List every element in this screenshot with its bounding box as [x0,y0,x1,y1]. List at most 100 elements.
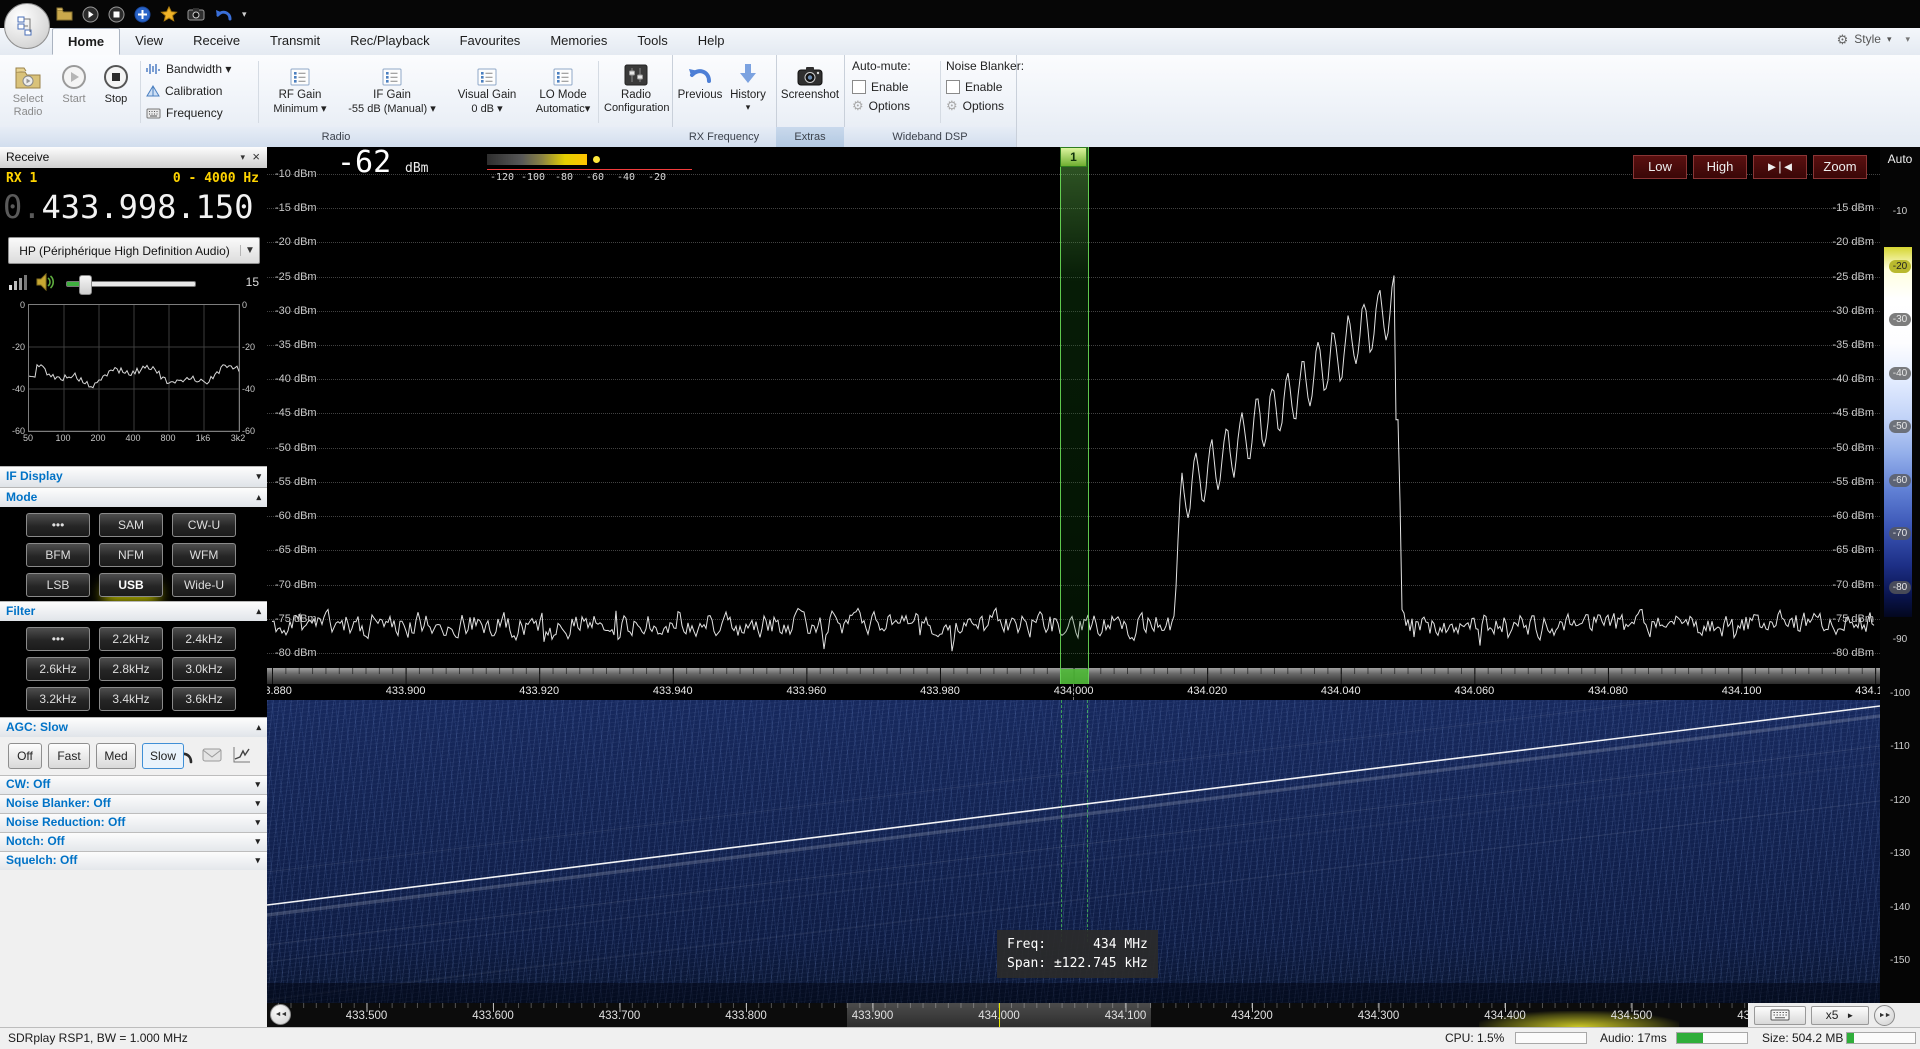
history-button[interactable]: History ▾ [726,60,770,124]
mode-button-usb[interactable]: USB [99,573,163,597]
screenshot-button[interactable]: Screenshot [780,60,840,124]
mode-button-cw-u[interactable]: CW-U [172,513,236,537]
tab-rec-playback[interactable]: Rec/Playback [335,28,444,55]
undo-icon[interactable] [214,6,233,22]
start-button[interactable]: Start [54,60,94,124]
bandwidth-button[interactable]: Bandwidth ▾ [146,60,254,78]
section-if-display[interactable]: IF Display▾ [0,466,267,487]
spectrum-button-high[interactable]: High [1693,155,1747,179]
keyboard-entry-button[interactable] [1754,1006,1806,1025]
navigator-left-button[interactable]: ◄◄ [270,1004,291,1025]
frequency-button[interactable]: Frequency [146,104,254,122]
noise-blanker-options-button[interactable]: ⚙Options [946,96,1042,115]
envelope-icon[interactable] [202,748,222,762]
frequency-display[interactable]: RX 1 0 - 4000 Hz 0.433.998.150 [0,168,267,232]
agc-button-off[interactable]: Off [8,743,42,769]
if-spectrum[interactable]: -10 dBm-15 dBm-15 dBm-20 dBm-20 dBm-25 d… [267,147,1880,700]
panel-close-icon[interactable]: × [252,147,260,167]
zoom-factor-button[interactable]: x5► [1811,1006,1869,1025]
tuning-marker[interactable]: 1 [1060,147,1089,684]
mode-button-nfm[interactable]: NFM [99,543,163,567]
tab-home[interactable]: Home [52,28,120,55]
tab-receive[interactable]: Receive [178,28,255,55]
waterfall-scale-strip[interactable]: Auto -10-20-30-40-50-60-70-80-90-100-110… [1880,147,1920,1027]
dropdown-rf-gain[interactable]: RF GainMinimum ▾ [264,60,336,124]
filter-button-3-4khz[interactable]: 3.4kHz [99,687,163,711]
style-selector[interactable]: ⚙ Style ▾ ▾ [1837,32,1910,46]
dropdown-visual-gain[interactable]: Visual Gain0 dB ▾ [448,60,526,124]
tuned-frequency[interactable]: 0.433.998.150 [3,188,253,226]
radio-configuration-button[interactable]: Radio Configuration [604,60,668,124]
spectrum-button-zoom[interactable]: Zoom [1813,155,1867,179]
tab-transmit[interactable]: Transmit [255,28,335,55]
automute-enable-checkbox[interactable]: Enable [852,77,948,96]
play-icon[interactable] [82,6,99,23]
tab-memories[interactable]: Memories [535,28,622,55]
favourite-star-icon[interactable] [160,6,178,23]
add-icon[interactable] [134,6,151,23]
db-label-right: -60 dBm [1832,510,1874,522]
tab-favourites[interactable]: Favourites [445,28,536,55]
agc-button-fast[interactable]: Fast [48,743,90,769]
previous-button[interactable]: Previous [676,60,724,124]
section-agc[interactable]: AGC: Slow▴ [0,717,267,738]
mode-button-sam[interactable]: SAM [99,513,163,537]
mode-button-bfm[interactable]: BFM [26,543,90,567]
agc-button-slow[interactable]: Slow [142,743,184,769]
volume-slider-thumb[interactable] [79,275,92,295]
navigator-right-button[interactable]: ►► [1874,1005,1895,1026]
section-notch-off[interactable]: Notch: Off▾ [0,832,267,851]
tab-help[interactable]: Help [683,28,740,55]
mode-button-[interactable]: ••• [26,513,90,537]
section-filter[interactable]: Filter▴ [0,601,267,622]
filter-button-3-6khz[interactable]: 3.6kHz [172,687,236,711]
tuning-marker-label[interactable]: 1 [1060,147,1087,167]
waterfall-display[interactable]: Freq: 434 MHzSpan: ±122.745 kHz [267,700,1880,1003]
ribbon-collapse-icon[interactable]: ▾ [1905,34,1910,45]
application-button[interactable] [4,3,50,49]
section-mode[interactable]: Mode▴ [0,487,267,508]
section-noise-blanker-off[interactable]: Noise Blanker: Off▾ [0,794,267,813]
camera-icon[interactable] [187,7,205,21]
mode-button-wide-u[interactable]: Wide-U [172,573,236,597]
volume-slider[interactable] [66,281,196,287]
scale-tick-minus-20: -20 [1880,260,1920,273]
noise-blanker-enable-checkbox[interactable]: Enable [946,77,1042,96]
dropdown-if-gain[interactable]: IF Gain-55 dB (Manual) ▾ [340,60,444,124]
filter-button-2-2khz[interactable]: 2.2kHz [99,627,163,651]
band-navigator[interactable]: 433.400433.500433.600433.700433.800433.9… [267,1003,1920,1027]
qat-more-icon[interactable]: ▾ [242,9,247,20]
tab-view[interactable]: View [120,28,178,55]
tab-tools[interactable]: Tools [622,28,682,55]
filter-button-2-6khz[interactable]: 2.6kHz [26,657,90,681]
panel-menu-icon[interactable]: ▾ [240,147,245,167]
spectrum-button-[interactable]: ►|◄ [1753,155,1807,179]
filter-button-[interactable]: ••• [26,627,90,651]
filter-button-2-8khz[interactable]: 2.8kHz [99,657,163,681]
section-cw-off[interactable]: CW: Off▾ [0,775,267,794]
section-squelch-off[interactable]: Squelch: Off▾ [0,851,267,870]
filter-button-3-2khz[interactable]: 3.2kHz [26,687,90,711]
dropdown-lo-mode[interactable]: LO ModeAutomatic▾ [530,60,596,124]
mode-button-lsb[interactable]: LSB [26,573,90,597]
section-noise-reduction-off[interactable]: Noise Reduction: Off▾ [0,813,267,832]
stop-icon[interactable] [108,6,125,23]
speaker-icon[interactable] [36,273,56,291]
filter-button-3-0khz[interactable]: 3.0kHz [172,657,236,681]
agc-button-med[interactable]: Med [96,743,136,769]
levels-icon[interactable] [9,275,27,290]
auto-scale-label[interactable]: Auto [1880,152,1920,166]
select-radio-button[interactable]: Select Radio [4,60,52,124]
frequency-label: 434.040 [1311,685,1371,697]
stop-button[interactable]: Stop [96,60,136,124]
spectrum-button-low[interactable]: Low [1633,155,1687,179]
automute-options-button[interactable]: ⚙Options [852,96,948,115]
open-folder-icon[interactable] [56,7,73,21]
checkbox-icon[interactable] [946,80,960,94]
audio-device-select[interactable]: HP (Périphérique High Definition Audio) … [8,237,260,264]
filter-button-2-4khz[interactable]: 2.4kHz [172,627,236,651]
checkbox-icon[interactable] [852,80,866,94]
agc-graph-icon[interactable] [232,746,252,764]
mode-button-wfm[interactable]: WFM [172,543,236,567]
calibration-button[interactable]: Calibration [146,82,254,100]
